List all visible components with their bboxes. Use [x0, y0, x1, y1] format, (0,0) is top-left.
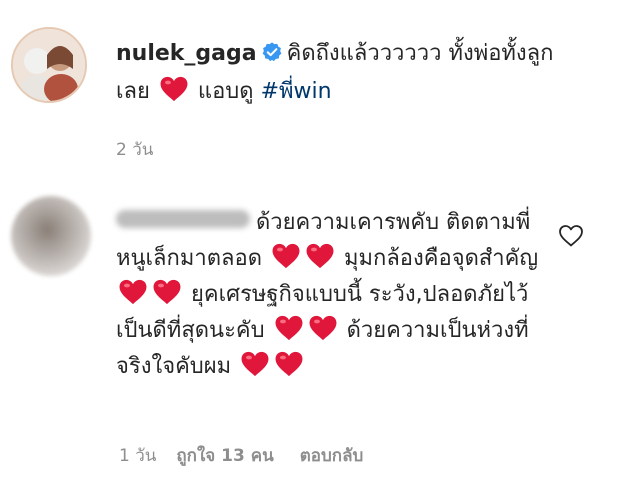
heart-emoji-icon [309, 315, 337, 341]
heart-emoji-icon [119, 279, 147, 305]
heart-emoji-icon [275, 315, 303, 341]
comment-meta: 1 วัน ถูกใจ 13 คน ตอบกลับ [119, 442, 363, 469]
heart-outline-icon[interactable] [558, 224, 584, 248]
heart-emoji-icon [153, 279, 181, 305]
heart-emoji-icon [275, 351, 303, 377]
hashtag-link[interactable]: #พี่win [261, 79, 332, 104]
verified-badge-icon [262, 42, 281, 62]
heart-emoji-icon [241, 351, 269, 377]
heart-emoji-icon [160, 76, 188, 102]
comment-segment-2: มุมกล้องคือจุดสำคัญ [344, 246, 539, 271]
reply-button[interactable]: ตอบกลับ [300, 446, 364, 466]
commenter-username-blurred[interactable] [116, 210, 250, 228]
commenter-avatar[interactable] [11, 196, 91, 276]
comment-likes-button[interactable]: ถูกใจ 13 คน [176, 446, 273, 466]
comment-text: ด้วยความเคารพคับ ติดตามพี่หนูเล็กมาตลอด … [116, 205, 556, 385]
post-text-2: แอบดู [197, 79, 254, 104]
post-username[interactable]: nulek_gaga [116, 41, 257, 66]
post-caption: nulek_gaga คิดถึงแล้วววววว ทั้งพ่อทั้งลู… [116, 35, 586, 111]
comment-timestamp: 1 วัน [119, 446, 157, 466]
heart-emoji-icon [272, 243, 300, 269]
post-timestamp: 2 วัน [116, 140, 154, 160]
heart-emoji-icon [306, 243, 334, 269]
profile-photo-icon [13, 29, 85, 101]
post-author-avatar[interactable] [11, 27, 87, 103]
